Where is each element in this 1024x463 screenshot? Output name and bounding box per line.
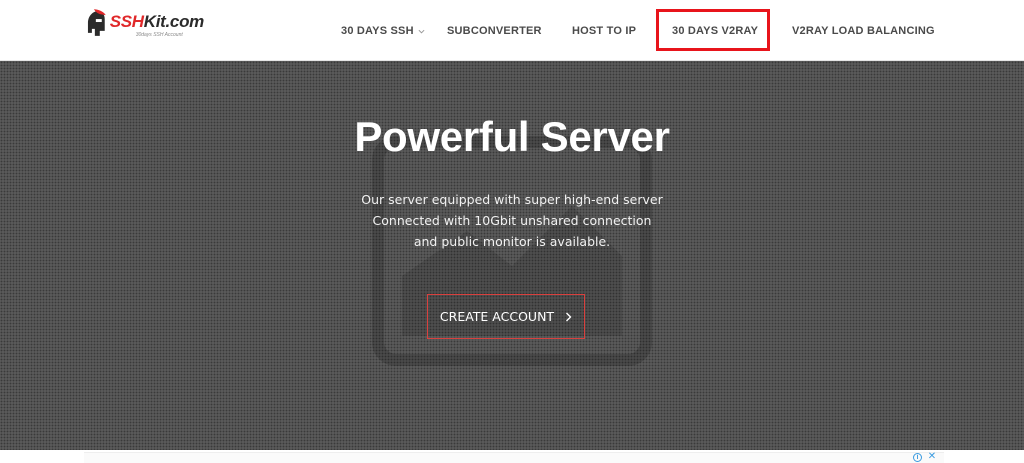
create-account-label: CREATE ACCOUNT (439, 309, 555, 324)
close-icon[interactable]: ✕ (927, 452, 937, 462)
hero-banner: Powerful Server Our server equipped with… (0, 61, 1024, 450)
nav-item-label: 30 DAYS SSH (341, 25, 414, 37)
chevron-right-icon (566, 312, 572, 321)
nav-item-host-to-ip[interactable]: HOST TO IP (572, 22, 636, 40)
ad-banner[interactable] (84, 452, 944, 463)
hero-title: Powerful Server (354, 113, 670, 160)
nav-item-30-days-v2ray[interactable]: 30 DAYS V2RAY (672, 22, 758, 40)
hero-description-line: Our server equipped with super high-end … (361, 192, 663, 207)
hero-description-line: and public monitor is available. (413, 234, 611, 249)
nav-item-label: V2RAY LOAD BALANCING (792, 25, 935, 37)
site-header: SSHKit.com 30days SSH Account 30 DAYS SS… (0, 0, 1024, 61)
nav-item-label: HOST TO IP (572, 25, 637, 37)
hero-description: Our server equipped with super high-end … (0, 189, 1024, 252)
main-nav: 30 DAYS SSH SUBCONVERTER HOST TO IP 30 D… (0, 0, 1024, 61)
nav-item-subconverter[interactable]: SUBCONVERTER (447, 22, 542, 40)
nav-item-30-days-ssh[interactable]: 30 DAYS SSH (341, 22, 425, 40)
nav-item-label: 30 DAYS V2RAY (672, 25, 759, 37)
nav-item-label: SUBCONVERTER (447, 25, 542, 37)
chevron-down-icon (418, 29, 425, 34)
info-icon[interactable]: i (913, 453, 922, 462)
hero-description-line: Connected with 10Gbit unshared connectio… (372, 213, 652, 228)
nav-item-v2ray-load-balancing[interactable]: V2RAY LOAD BALANCING (792, 22, 935, 40)
create-account-button[interactable]: CREATE ACCOUNT (427, 294, 585, 339)
